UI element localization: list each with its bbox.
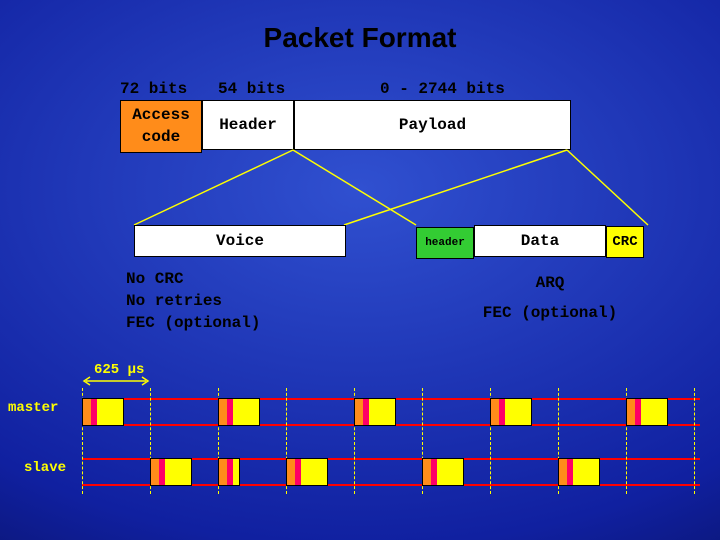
packet-fields: Access code Header Payload	[120, 100, 571, 153]
voice-box: Voice	[134, 225, 346, 257]
slot-arrow-icon	[82, 376, 150, 386]
data-notes: ARQ FEC (optional)	[450, 268, 650, 328]
header-text: Header	[219, 116, 277, 134]
bits-access-label: 72 bits	[120, 80, 187, 98]
data-header-field: header	[416, 227, 474, 259]
voice-note-3: FEC (optional)	[126, 312, 260, 334]
data-note-2: FEC (optional)	[450, 298, 650, 328]
packet-icon	[626, 398, 668, 424]
header-field: Header	[202, 100, 294, 150]
packet-icon	[82, 398, 124, 424]
voice-label: Voice	[216, 232, 264, 250]
data-box: headerDataCRC	[416, 225, 644, 259]
access-code-field: Access code	[120, 100, 202, 153]
voice-note-1: No CRC	[126, 268, 260, 290]
packet-icon	[422, 458, 464, 484]
packet-icon	[354, 398, 396, 424]
voice-note-2: No retries	[126, 290, 260, 312]
payload-field: Payload	[294, 100, 571, 150]
packet-icon	[218, 398, 260, 424]
bits-payload-label: 0 - 2744 bits	[380, 80, 505, 98]
packet-icon	[286, 458, 328, 484]
bits-header-label: 54 bits	[218, 80, 285, 98]
packet-icon	[490, 398, 532, 424]
slot-boundary	[694, 388, 695, 494]
slave-label: slave	[24, 460, 66, 476]
packet-icon	[150, 458, 192, 484]
voice-notes: No CRC No retries FEC (optional)	[126, 268, 260, 334]
master-label: master	[8, 400, 58, 416]
data-crc-field: CRC	[606, 226, 644, 258]
packet-icon	[218, 458, 240, 484]
payload-text: Payload	[399, 116, 466, 134]
access-code-text: Access code	[132, 106, 190, 146]
slide: Packet Format 72 bits 54 bits 0 - 2744 b…	[0, 0, 720, 540]
packet-icon	[558, 458, 600, 484]
data-data-field: Data	[474, 225, 606, 257]
slide-title: Packet Format	[0, 22, 720, 54]
data-note-1: ARQ	[450, 268, 650, 298]
